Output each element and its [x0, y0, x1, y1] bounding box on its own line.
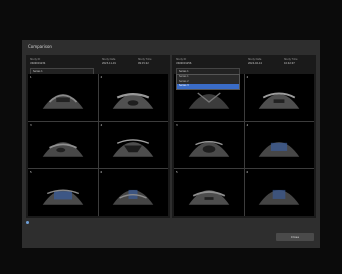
image-number: 2 [100, 76, 103, 79]
study-time-value: 10:42:07 [284, 62, 295, 65]
ultrasound-image [188, 140, 230, 157]
ultrasound-thumbnail[interactable]: 1 [28, 74, 98, 121]
image-number: 6 [100, 171, 103, 175]
image-number: 4 [246, 123, 249, 127]
image-number: 6 [246, 171, 249, 175]
comparison-window: Comparison Study ID Study Date Study Tim… [22, 40, 320, 248]
study-time-header: Study Time [284, 58, 298, 61]
ultrasound-image [42, 189, 84, 205]
ultrasound-image [258, 92, 300, 110]
ultrasound-image [258, 189, 300, 205]
ultrasound-image [42, 94, 84, 110]
ultrasound-image [112, 189, 154, 205]
ultrasound-thumbnail[interactable]: 3 [28, 121, 98, 169]
study-date-header: Study Date [248, 58, 262, 61]
study-date-value: 2024-02-14 [248, 62, 262, 65]
image-number: 3 [176, 123, 178, 127]
series-dropdown-list: Series 1 Series 2 Series 3 [176, 74, 240, 90]
ultrasound-thumbnail[interactable]: 5 [28, 169, 98, 216]
study-id-header: Study ID [30, 58, 41, 61]
ultrasound-thumbnail[interactable]: 4 [98, 121, 168, 169]
ultrasound-thumbnail[interactable]: 4 [244, 121, 314, 169]
study-date-header: Study Date [102, 58, 116, 61]
image-number: 4 [100, 123, 103, 127]
ultrasound-image [188, 189, 230, 205]
study-id-value: US00001256 [176, 62, 192, 65]
ultrasound-image [112, 139, 154, 157]
right-study-pane: Study ID Study Date Study Time US0000125… [172, 55, 316, 218]
image-grid: 1 2 3 4 5 6 [28, 74, 168, 216]
ultrasound-thumbnail[interactable]: 3 [174, 121, 244, 169]
ultrasound-thumbnail[interactable]: 2 [244, 74, 314, 121]
close-button[interactable]: Close [276, 233, 314, 241]
image-number: 3 [30, 123, 32, 127]
series-selector-value: Series 1 [179, 69, 189, 73]
image-number: 1 [30, 76, 32, 79]
ultrasound-image [258, 142, 300, 157]
image-number: 2 [246, 76, 249, 79]
ultrasound-thumbnail[interactable]: 2 [98, 74, 168, 121]
ultrasound-thumbnail[interactable]: 6 [244, 169, 314, 216]
study-id-header: Study ID [176, 58, 187, 61]
study-id-value: US00001234 [30, 62, 46, 65]
study-time-value: 09:15:22 [138, 62, 149, 65]
image-number: 5 [176, 171, 178, 175]
series-selector-value: Series 1 [33, 69, 43, 73]
image-grid: 1 2 3 4 5 6 [174, 74, 314, 216]
ultrasound-thumbnail[interactable]: 5 [174, 169, 244, 216]
ultrasound-image [42, 142, 84, 157]
left-study-pane: Study ID Study Date Study Time US0000123… [26, 55, 170, 218]
image-number: 5 [30, 171, 32, 175]
study-time-header: Study Time [138, 58, 152, 61]
dropdown-option-selected[interactable]: Series 3 [177, 84, 239, 89]
window-title: Comparison [28, 44, 52, 49]
ultrasound-thumbnail[interactable]: 6 [98, 169, 168, 216]
ultrasound-image [112, 93, 154, 110]
study-date-value: 2023-11-01 [102, 62, 116, 65]
status-indicator-icon [26, 221, 29, 224]
